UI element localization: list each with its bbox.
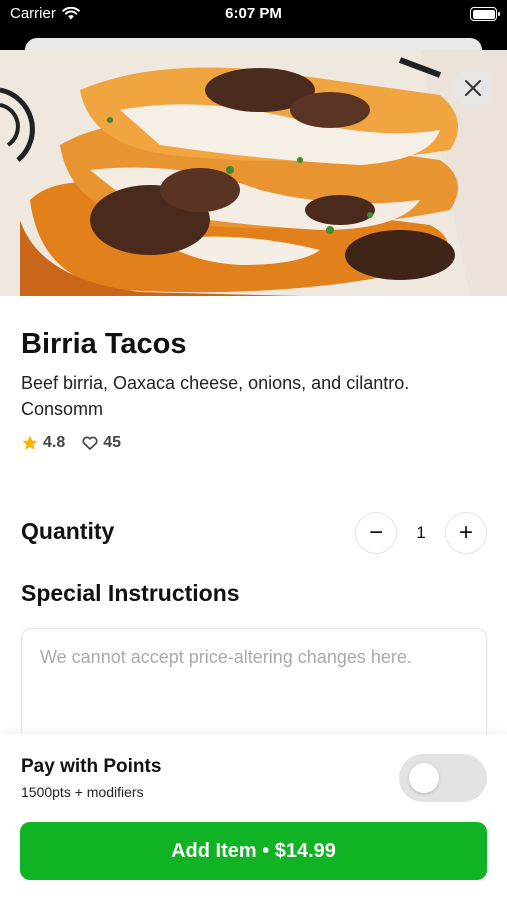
pay-with-points-label: Pay with Points xyxy=(21,756,162,777)
item-description: Beef birria, Oaxaca cheese, onions, and … xyxy=(21,373,410,419)
status-bar: Carrier 6:07 PM xyxy=(0,0,507,30)
increment-button[interactable]: + xyxy=(445,512,487,554)
quantity-stepper: − 1 + xyxy=(355,512,487,554)
status-time: 6:07 PM xyxy=(225,5,282,22)
item-title: Birria Tacos xyxy=(21,328,187,360)
likes-count: 45 xyxy=(103,434,122,451)
food-photo xyxy=(0,50,507,296)
item-stats: 4.8 45 xyxy=(21,434,121,452)
pay-with-points-subtitle: 1500pts + modifiers xyxy=(21,784,144,800)
rating-value: 4.8 xyxy=(43,434,66,451)
battery-icon xyxy=(470,7,500,21)
close-icon xyxy=(465,80,481,96)
star-icon xyxy=(22,435,38,450)
close-button[interactable] xyxy=(453,68,493,108)
quantity-label: Quantity xyxy=(21,518,115,544)
special-instructions-label: Special Instructions xyxy=(21,580,240,606)
add-item-button[interactable]: Add Item • $14.99 xyxy=(20,822,487,880)
decrement-button[interactable]: − xyxy=(355,512,397,554)
pay-with-points-toggle[interactable] xyxy=(399,754,487,802)
quantity-value: 1 xyxy=(416,523,426,542)
toggle-knob xyxy=(409,763,439,793)
checkout-footer: Pay with Points 1500pts + modifiers Add … xyxy=(0,734,507,900)
item-detail-sheet: Birria Tacos Beef birria, Oaxaca cheese,… xyxy=(0,50,507,900)
heart-icon xyxy=(82,436,98,450)
